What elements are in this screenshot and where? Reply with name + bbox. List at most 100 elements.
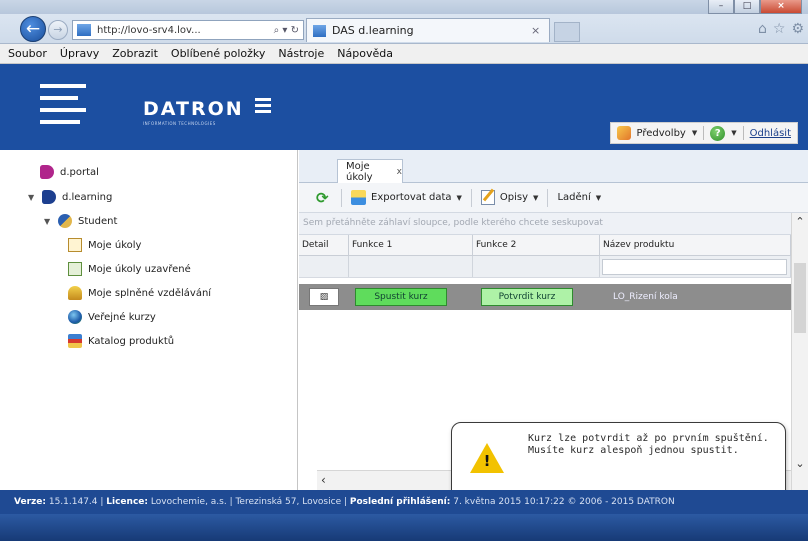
sidebar-item-my-tasks[interactable]: Moje úkoly — [68, 236, 141, 254]
scroll-down-icon[interactable]: ⌄ — [792, 457, 808, 470]
product-name-cell: LO_Rizení kola — [613, 292, 678, 302]
main-content: Moje úkoly x ⟳ Exportovat data ▼ Opisy ▼… — [299, 150, 808, 504]
grid-toolbar: ⟳ Exportovat data ▼ Opisy ▼ Ladění ▼ — [299, 183, 808, 213]
refresh-button[interactable]: ⟳ — [309, 187, 339, 209]
version-value: 15.1.147.4 — [48, 497, 98, 507]
copyright: © 2006 - 2015 DATRON — [567, 497, 675, 507]
filter-cell — [299, 256, 349, 277]
opisy-label: Opisy — [499, 192, 529, 203]
menu-item-favorites[interactable]: Oblíbené položky — [171, 47, 266, 60]
window-controls: – □ × — [708, 0, 802, 14]
sidebar-item-label: d.portal — [60, 166, 99, 178]
vertical-scrollbar[interactable]: ⌃ ⌄ — [791, 213, 808, 490]
logout-link[interactable]: Odhlásit — [750, 128, 791, 139]
column-header-function2[interactable]: Funkce 2 — [473, 235, 600, 255]
new-tab-button[interactable] — [554, 22, 580, 42]
menu-item-view[interactable]: Zobrazit — [112, 47, 158, 60]
closed-tasks-icon — [68, 262, 82, 276]
column-header-function1[interactable]: Funkce 1 — [349, 235, 473, 255]
hamburger-menu-icon[interactable] — [40, 84, 86, 132]
settings-gear-icon[interactable]: ⚙ — [791, 21, 804, 37]
scroll-thumb[interactable] — [794, 263, 806, 333]
refresh-icon: ⟳ — [316, 188, 329, 207]
preferences-icon — [616, 126, 631, 140]
group-by-drop-zone[interactable]: Sem přetáhněte záhlaví sloupce, podle kt… — [299, 213, 791, 235]
help-icon[interactable]: ? — [710, 125, 726, 141]
close-window-button[interactable]: × — [760, 0, 802, 14]
logo-subtitle: INFORMATION TECHNOLOGIES — [143, 121, 216, 126]
minimize-button[interactable]: – — [708, 0, 734, 14]
chevron-down-icon: ▼ — [456, 193, 462, 202]
chevron-down-icon[interactable]: ▼ — [692, 129, 697, 137]
debug-label: Ladění — [557, 192, 591, 203]
address-field[interactable]: http://lovo-srv4.lov... ⌕ ▾ ↻ — [72, 20, 304, 40]
student-icon — [58, 214, 72, 228]
column-header-detail[interactable]: Detail — [299, 235, 349, 255]
sidebar-item-dlearning[interactable]: ▼ d.learning — [28, 188, 112, 206]
home-icon[interactable]: ⌂ — [758, 21, 767, 37]
export-icon — [351, 190, 366, 205]
debug-button[interactable]: Ladění ▼ — [550, 187, 608, 209]
maximize-button[interactable]: □ — [734, 0, 760, 14]
filter-row — [299, 256, 791, 278]
column-header-product-name[interactable]: Název produktu — [600, 235, 791, 255]
divider — [470, 188, 472, 207]
run-course-button[interactable]: Spustit kurz — [355, 288, 447, 306]
logo-word: DATRON — [143, 98, 244, 120]
sidebar-item-public-courses[interactable]: Veřejné kurzy — [68, 308, 156, 326]
product-name-filter-input[interactable] — [602, 259, 787, 275]
sidebar-item-label: d.learning — [62, 191, 113, 203]
tasks-icon — [68, 238, 82, 252]
sidebar-item-my-closed-tasks[interactable]: Moje úkoly uzavřené — [68, 260, 191, 278]
sidebar-item-label: Moje úkoly — [88, 239, 142, 251]
app-header: DATRON INFORMATION TECHNOLOGIES Předvolb… — [0, 64, 808, 150]
confirm-course-button[interactable]: Potvrdit kurz — [481, 288, 573, 306]
url-text: http://lovo-srv4.lov... — [97, 24, 201, 36]
search-refresh-icons[interactable]: ⌕ ▾ ↻ — [274, 25, 299, 36]
browser-tab[interactable]: DAS d.learning × — [306, 18, 550, 42]
table-row[interactable]: ▨ Spustit kurz Potvrdit kurz LO_Rizení k… — [299, 284, 791, 310]
chevron-down-icon: ▼ — [533, 193, 539, 202]
sidebar-item-completed-education[interactable]: Moje splněné vzdělávání — [68, 284, 211, 302]
tab-favicon-icon — [313, 24, 326, 37]
detail-button[interactable]: ▨ — [309, 288, 339, 306]
content-tabstrip: Moje úkoly x — [299, 150, 808, 183]
favorites-star-icon[interactable]: ☆ — [773, 21, 786, 37]
menu-item-tools[interactable]: Nástroje — [278, 47, 324, 60]
sidebar-tree: d.portal ▼ d.learning ▼ Student Moje úko… — [0, 150, 298, 490]
filter-cell — [600, 256, 791, 277]
preferences-button[interactable]: Předvolby — [637, 128, 686, 139]
portal-icon — [40, 165, 54, 179]
chevron-down-icon[interactable]: ▼ — [731, 129, 736, 137]
back-icon[interactable]: ← — [20, 16, 46, 42]
scroll-up-icon[interactable]: ⌃ — [792, 215, 808, 228]
export-data-button[interactable]: Exportovat data ▼ — [344, 187, 469, 209]
licence-value: Lovochemie, a.s. | Terezinská 57, Lovosi… — [150, 497, 342, 507]
sidebar-item-label: Veřejné kurzy — [88, 311, 156, 323]
tab-my-tasks[interactable]: Moje úkoly x — [337, 159, 403, 183]
datron-logo: DATRON INFORMATION TECHNOLOGIES — [143, 98, 271, 126]
sidebar-item-student[interactable]: ▼ Student — [44, 212, 117, 230]
filter-cell — [349, 256, 473, 277]
learning-icon — [42, 190, 56, 204]
tab-close-icon[interactable]: × — [531, 24, 549, 37]
menu-item-file[interactable]: Soubor — [8, 47, 47, 60]
last-login-label: Poslední přihlášení: — [349, 497, 451, 507]
opisy-button[interactable]: Opisy ▼ — [474, 187, 546, 209]
edit-icon — [480, 190, 495, 205]
expand-arrow-icon[interactable]: ▼ — [44, 217, 54, 226]
sidebar-item-product-catalog[interactable]: Katalog produktů — [68, 332, 174, 350]
sidebar-item-dportal[interactable]: d.portal — [40, 163, 99, 181]
menu-bar: Soubor Úpravy Zobrazit Oblíbené položky … — [0, 44, 808, 64]
divider — [742, 126, 744, 140]
expand-arrow-icon[interactable]: ▼ — [28, 193, 38, 202]
completed-education-icon — [68, 286, 82, 300]
sidebar-item-label: Student — [78, 215, 118, 227]
menu-item-edit[interactable]: Úpravy — [60, 47, 99, 60]
close-icon[interactable]: x — [397, 167, 402, 177]
menu-item-help[interactable]: Nápověda — [337, 47, 393, 60]
sidebar-item-label: Moje splněné vzdělávání — [88, 287, 212, 299]
scroll-left-icon[interactable]: ‹ — [321, 473, 326, 487]
forward-icon[interactable]: → — [48, 20, 68, 40]
notice-text: Kurz lze potvrdit až po prvním spuštění.… — [528, 433, 769, 456]
